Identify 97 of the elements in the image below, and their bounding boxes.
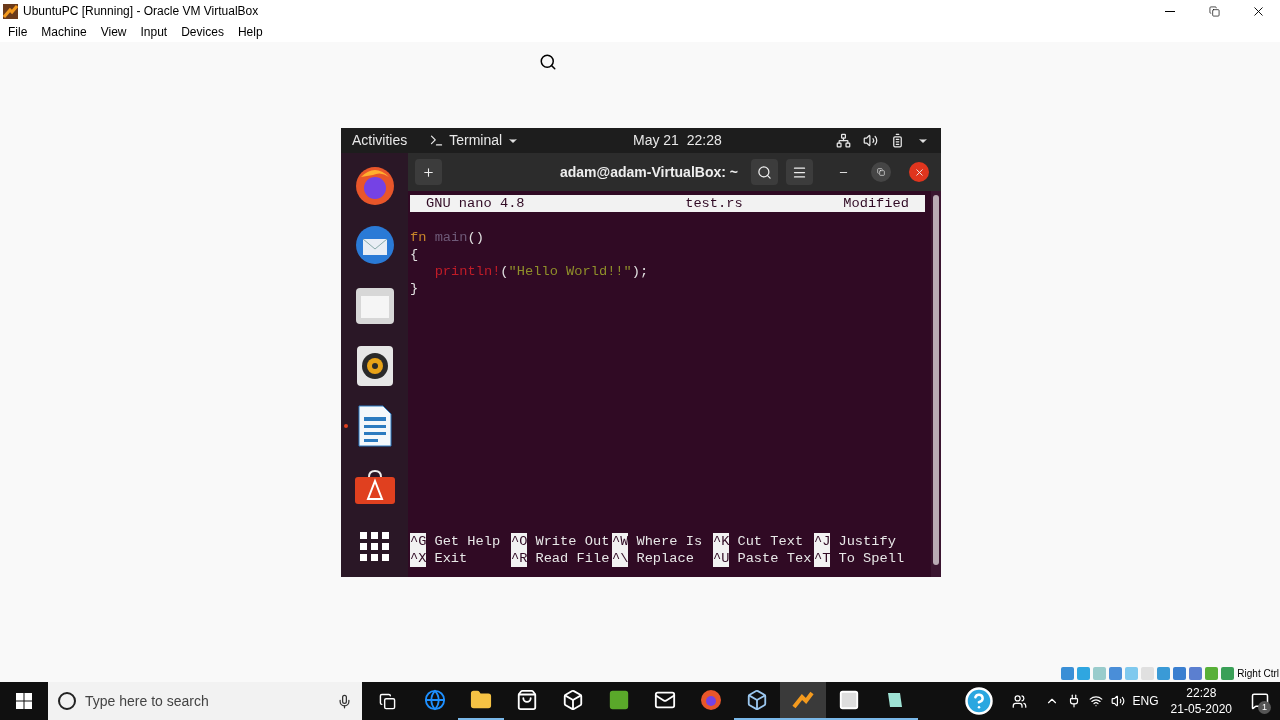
search-placeholder: Type here to search [85, 691, 209, 711]
code-line: fn main() [410, 229, 485, 246]
shortcut-key: ^\ [612, 550, 629, 567]
mail-icon[interactable] [654, 689, 676, 711]
help-icon[interactable] [963, 686, 994, 716]
status-icon[interactable] [1109, 666, 1123, 680]
shortcut-key: ^J [814, 533, 831, 550]
menu-item[interactable]: Input [133, 23, 175, 41]
microphone-icon[interactable] [337, 693, 352, 709]
task-view-icon [378, 692, 396, 710]
minimize-icon [1165, 10, 1175, 12]
restore-icon [877, 168, 885, 176]
status-icon[interactable] [1061, 666, 1075, 680]
shortcut-key: ^G [410, 533, 427, 550]
folder-icon[interactable] [353, 285, 396, 326]
cortana-icon [58, 692, 76, 710]
network-icon[interactable] [836, 133, 851, 148]
notification-icon[interactable] [1251, 692, 1269, 710]
search-field[interactable]: Type here to search [48, 682, 362, 720]
box-icon[interactable] [562, 689, 584, 711]
menu-item[interactable]: Devices [174, 23, 231, 41]
restore-button[interactable] [871, 162, 891, 182]
cube-icon[interactable] [746, 689, 768, 711]
search-icon [757, 164, 772, 180]
status-icon[interactable] [1189, 666, 1203, 680]
shortcut-label: Justify [838, 533, 896, 550]
magnifier-cursor-icon [539, 53, 557, 71]
shortcut-key: ^U [713, 550, 730, 567]
host-key-label: Right Ctrl [1237, 666, 1279, 681]
window-icon[interactable] [838, 689, 860, 711]
volume-icon[interactable] [1110, 694, 1125, 708]
status-icon[interactable] [1157, 666, 1171, 680]
modified-status: Modified [843, 195, 909, 212]
clock[interactable]: May 21 22:28 [633, 130, 722, 151]
window-title: UbuntuPC [Running] - Oracle VM VirtualBox [23, 3, 259, 20]
shortcut-label: To Spell [838, 550, 905, 567]
note-icon[interactable] [608, 689, 630, 711]
browser-icon[interactable] [424, 689, 446, 711]
shortcut-label: Write Out [535, 533, 610, 550]
menu-item[interactable]: Machine [34, 23, 94, 41]
people-icon[interactable] [1011, 693, 1027, 709]
status-icon[interactable] [1221, 666, 1235, 680]
terminal-title: adam@adam-VirtualBox: ~ [560, 162, 738, 182]
menu-button[interactable] [786, 159, 813, 185]
running-indicator [344, 424, 348, 429]
shortcut-label: Cut Text [737, 533, 804, 550]
shortcut-key: ^R [511, 550, 528, 567]
code-line: { [410, 246, 420, 263]
restore-icon [1208, 5, 1220, 17]
close-button[interactable] [909, 162, 929, 182]
status-icon[interactable] [1205, 666, 1219, 680]
shortcut-label: Replace [636, 550, 694, 567]
shopping-bag-icon[interactable] [516, 689, 538, 711]
activities-button[interactable]: Activities [352, 130, 408, 151]
speaker-icon[interactable] [355, 345, 394, 387]
vm-app-icon[interactable] [792, 689, 814, 711]
plus-icon [422, 165, 435, 179]
shortcut-label: Read File [535, 550, 610, 567]
file-name: test.rs [685, 195, 743, 212]
code-line: println!("Hello World!!"); [433, 263, 650, 280]
close-icon [913, 166, 925, 178]
shortcut-label: Where Is [636, 533, 703, 550]
menu-icon [792, 164, 807, 180]
folder-icon[interactable] [470, 689, 492, 711]
shortcut-key: ^O [511, 533, 528, 550]
new-tab-button[interactable] [415, 159, 442, 185]
terminal-icon [429, 133, 445, 148]
notification-badge: 1 [1258, 701, 1271, 714]
shopping-bag-icon[interactable] [353, 468, 396, 505]
clock-time[interactable]: 22:28 [1186, 685, 1217, 701]
firefox-icon[interactable] [700, 689, 722, 711]
status-icon[interactable] [1173, 666, 1187, 680]
shortcut-key: ^W [612, 533, 629, 550]
search-button[interactable] [751, 159, 778, 185]
battery-icon[interactable] [890, 133, 905, 148]
app-logo-icon [3, 3, 18, 19]
code-line: } [410, 280, 420, 297]
wifi-icon[interactable] [1088, 694, 1103, 708]
menu-item[interactable]: View [93, 23, 134, 41]
nano-version: GNU nano 4.8 [426, 195, 525, 212]
menu-item[interactable]: Help [230, 23, 270, 41]
clock-date[interactable]: 21-05-2020 [1170, 701, 1232, 717]
shortcut-label: Paste Tex [737, 550, 812, 567]
status-icon[interactable] [1077, 666, 1091, 680]
shortcut-key: ^T [814, 550, 831, 567]
scrollbar[interactable] [933, 195, 939, 565]
language-indicator[interactable]: ENG [1132, 692, 1159, 710]
shortcut-key: ^X [410, 550, 427, 567]
menu-item[interactable]: File [1, 23, 35, 41]
shortcut-label: Get Help [434, 533, 501, 550]
shortcut-key: ^K [713, 533, 730, 550]
windows-logo-icon [16, 693, 32, 709]
volume-icon[interactable] [863, 133, 878, 148]
document-icon[interactable] [356, 405, 393, 448]
app-grid-icon[interactable] [359, 531, 390, 562]
shortcut-label: Exit [434, 550, 468, 567]
app-menu[interactable]: Terminal [429, 130, 520, 151]
